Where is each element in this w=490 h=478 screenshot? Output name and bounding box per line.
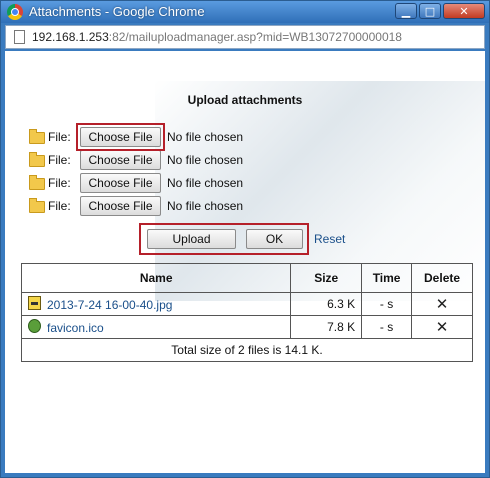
folder-icon xyxy=(29,152,45,167)
file-status: No file chosen xyxy=(167,153,244,167)
choose-file-button-2[interactable]: Choose File xyxy=(80,150,161,170)
file-label: File: xyxy=(48,176,71,190)
highlight-box-choose-file xyxy=(76,123,165,151)
file-label: File: xyxy=(48,153,71,167)
file-size-cell: 7.8 K xyxy=(290,315,363,339)
ico-file-icon xyxy=(28,319,41,334)
close-button[interactable]: ✕ xyxy=(443,3,485,19)
delete-icon[interactable]: ✕ xyxy=(436,296,449,313)
delete-cell: ✕ xyxy=(411,315,473,339)
minimize-button[interactable]: ▁ xyxy=(395,3,417,19)
table-summary-row: Total size of 2 files is 14.1 K. xyxy=(21,338,473,362)
url-text[interactable]: 192.168.1.253:82/mailuploadmanager.asp?m… xyxy=(32,30,402,44)
title-bar[interactable]: Attachments - Google Chrome ▁ □ ✕ xyxy=(1,1,489,23)
delete-icon[interactable]: ✕ xyxy=(436,319,449,336)
column-header-time: Time xyxy=(361,263,413,293)
jpg-file-icon xyxy=(28,296,41,311)
total-size-summary: Total size of 2 files is 14.1 K. xyxy=(21,338,473,362)
page-icon xyxy=(14,30,25,44)
page-content: Upload attachments File: Choose File No … xyxy=(5,51,485,473)
file-name-cell: favicon.ico xyxy=(20,315,292,339)
attachments-table: Name Size Time Delete 2013-7-24 16-00-40… xyxy=(20,263,473,362)
page-title: Upload attachments xyxy=(187,93,303,107)
file-status: No file chosen xyxy=(167,199,244,213)
table-header-row: Name Size Time Delete xyxy=(20,263,473,293)
browser-window: Attachments - Google Chrome ▁ □ ✕ 192.16… xyxy=(0,0,490,478)
highlight-box-actions xyxy=(139,223,309,255)
file-name-link[interactable]: favicon.ico xyxy=(47,320,104,334)
file-time-cell: - s xyxy=(361,292,413,316)
file-time-cell: - s xyxy=(361,315,413,339)
folder-icon xyxy=(29,198,45,213)
file-name-link[interactable]: 2013-7-24 16-00-40.jpg xyxy=(47,297,172,311)
column-header-delete: Delete xyxy=(411,263,473,293)
folder-icon xyxy=(29,129,45,144)
address-bar[interactable]: 192.168.1.253:82/mailuploadmanager.asp?m… xyxy=(5,25,485,49)
column-header-size: Size xyxy=(290,263,363,293)
choose-file-button-4[interactable]: Choose File xyxy=(80,196,161,216)
column-header-name: Name xyxy=(20,263,292,293)
folder-icon xyxy=(29,175,45,190)
file-label: File: xyxy=(48,199,71,213)
window-title: Attachments - Google Chrome xyxy=(29,4,205,19)
reset-link[interactable]: Reset xyxy=(314,232,345,246)
url-host: 192.168.1.253 xyxy=(32,30,109,44)
file-status: No file chosen xyxy=(167,176,244,190)
file-label: File: xyxy=(48,130,71,144)
file-status: No file chosen xyxy=(167,130,244,144)
url-path: :82/mailuploadmanager.asp?mid=WB13072700… xyxy=(108,30,402,44)
table-row: favicon.ico 7.8 K - s ✕ xyxy=(20,315,473,339)
choose-file-button-3[interactable]: Choose File xyxy=(80,173,161,193)
delete-cell: ✕ xyxy=(411,292,473,316)
chrome-icon xyxy=(7,4,23,20)
maximize-button[interactable]: □ xyxy=(419,3,441,19)
table-row: 2013-7-24 16-00-40.jpg 6.3 K - s ✕ xyxy=(20,292,473,316)
file-size-cell: 6.3 K xyxy=(290,292,363,316)
file-name-cell: 2013-7-24 16-00-40.jpg xyxy=(20,292,292,316)
